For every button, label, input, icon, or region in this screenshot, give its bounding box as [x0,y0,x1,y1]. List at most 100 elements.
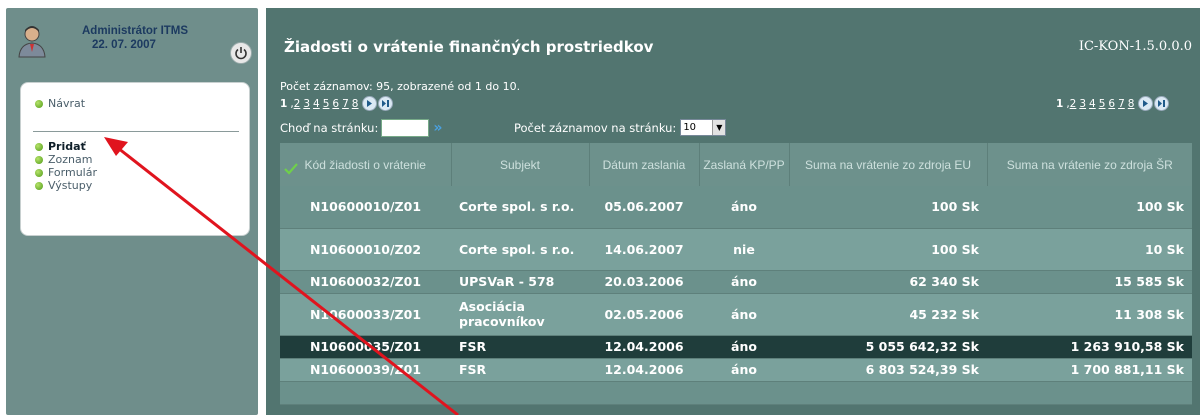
bullet-icon [35,155,43,164]
column-header-label: Suma na vrátenie zo zdroja ŠR [1006,157,1173,172]
cell-code: N10600033/Z01 [280,293,451,336]
table-row[interactable] [280,381,1192,405]
per-page-value: 10 [683,122,697,133]
cell-eu-amount: 5 055 642,32 Sk [789,335,987,359]
cell-sent: nie [699,228,789,271]
screen-code: IC-KON-1.5.0.0.0 [1078,39,1192,54]
page-link[interactable]: 6 [332,98,339,110]
cell-subject: Corte spol. s r.o. [451,186,589,229]
column-header-date[interactable]: Dátum zaslania [589,143,700,186]
goto-label: Choď na stránku: [280,121,379,135]
table-row[interactable]: N10600032/Z01 UPSVaR - 578 20.03.2006 án… [280,270,1192,294]
menu-item-form[interactable]: Formulár [35,166,97,179]
menu-item-list[interactable]: Zoznam [35,153,92,166]
cell-date: 20.03.2006 [589,270,699,294]
results-table: Kód žiadosti o vrátenie Subjekt Dátum za… [280,143,1192,405]
page-link[interactable]: 7 [342,98,349,110]
cell-date: 05.06.2007 [589,186,699,229]
column-header-sent[interactable]: Zaslaná KP/PP [699,143,790,186]
page-link[interactable]: 6 [1108,98,1115,110]
user-avatar-icon [18,26,46,58]
page-link[interactable]: 8 [352,98,359,110]
cell-date: 12.04.2006 [589,335,699,359]
cell-code: N10600039/Z01 [280,358,451,382]
goto-page: Choď na stránku: » [280,119,442,137]
page-link[interactable]: 5 [323,98,330,110]
user-info: Administrátor ITMS 22. 07. 2007 [16,24,256,74]
per-page: Počet záznamov na stránku: 10 ▼ [514,119,727,136]
last-page-icon[interactable] [378,96,394,111]
logout-button[interactable] [230,42,252,64]
table-row[interactable]: N10600039/Z01 FSR 12.04.2006 áno 6 803 5… [280,358,1192,382]
menu-item-add[interactable]: Pridať [35,140,86,153]
cell-code: N10600032/Z01 [280,270,451,294]
page-link[interactable]: 4 [1089,98,1096,110]
cell-sent: áno [699,335,789,359]
cell-sent: áno [699,186,789,229]
menu-label: Zoznam [48,153,93,166]
column-header-code[interactable]: Kód žiadosti o vrátenie [280,143,452,186]
go-arrow-icon[interactable]: » [433,120,442,136]
bullet-icon [35,181,43,190]
column-header-label: Suma na vrátenie zo zdroja EU [804,157,972,172]
cell-sr-amount: 15 585 Sk [987,270,1192,294]
menu-item-back[interactable]: Návrat [35,97,85,110]
column-header-label: Zaslaná KP/PP [703,157,785,172]
table-header-row: Kód žiadosti o vrátenie Subjekt Dátum za… [280,143,1192,186]
bullet-icon [35,168,43,177]
goto-page-input[interactable] [381,119,430,137]
next-page-icon[interactable] [362,96,378,111]
cell-date: 14.06.2007 [589,228,699,271]
cell-sr-amount: 10 Sk [987,228,1192,271]
table-row-selected[interactable]: N10600035/Z01 FSR 12.04.2006 áno 5 055 6… [280,335,1192,359]
column-header-label: Dátum zaslania [602,157,686,172]
page-link[interactable]: 8 [1128,98,1135,110]
last-page-icon[interactable] [1154,96,1170,111]
cell-sr-amount: 11 308 Sk [987,293,1192,336]
page-link[interactable]: 4 [313,98,320,110]
page-link[interactable]: 3 [303,98,310,110]
user-date: 22. 07. 2007 [92,39,156,51]
per-page-select[interactable]: 10 ▼ [680,119,727,136]
column-header-label: Subjekt [499,157,541,172]
table-row[interactable]: N10600033/Z01 Asociácia pracovníkov 02.0… [280,293,1192,336]
next-page-icon[interactable] [1138,96,1154,111]
column-header-label: Kód žiadosti o vrátenie [304,157,426,172]
page-link[interactable]: 1 [280,98,287,110]
cell-subject: FSR [451,358,589,382]
page-link[interactable]: 7 [1118,98,1125,110]
menu-item-outputs[interactable]: Výstupy [35,179,92,192]
chevron-down-icon: ▼ [712,120,726,135]
menu-label: Výstupy [48,179,93,192]
cell-sent: áno [699,358,789,382]
column-header-subject[interactable]: Subjekt [451,143,590,186]
record-count: Počet záznamov: 95, zobrazené od 1 do 10… [280,80,521,93]
table-row[interactable]: N10600010/Z02 Corte spol. s r.o. 14.06.2… [280,228,1192,271]
cell-sr-amount: 1 700 881,11 Sk [987,358,1192,382]
cell-eu-amount: 62 340 Sk [789,270,987,294]
sidebar-panel: Administrátor ITMS 22. 07. 2007 Návrat P… [6,8,258,415]
table-row[interactable]: N10600010/Z01 Corte spol. s r.o. 05.06.2… [280,186,1192,229]
checkmark-icon [284,163,298,175]
page-link[interactable]: 3 [1079,98,1086,110]
cell-subject: FSR [451,335,589,359]
cell-code: N10600035/Z01 [280,335,451,359]
column-header-eu-amount[interactable]: Suma na vrátenie zo zdroja EU [789,143,988,186]
cell-code: N10600010/Z01 [280,186,451,229]
sidebar: Administrátor ITMS 22. 07. 2007 Návrat P… [0,0,258,415]
page-link[interactable]: 1 [1056,98,1063,110]
cell-date: 12.04.2006 [589,358,699,382]
cell-eu-amount: 6 803 524,39 Sk [789,358,987,382]
cell-subject: Asociácia pracovníkov [451,293,589,336]
cell-sent: áno [699,270,789,294]
column-header-sr-amount[interactable]: Suma na vrátenie zo zdroja ŠR [987,143,1192,186]
user-name: Administrátor ITMS [82,25,189,37]
page-link[interactable]: 5 [1099,98,1106,110]
page-link[interactable]: 2 [1070,98,1077,110]
main-panel: Žiadosti o vrátenie finančných prostried… [266,8,1200,415]
cell-subject: UPSVaR - 578 [451,270,589,294]
cell-sr-amount: 1 263 910,58 Sk [987,335,1192,359]
pager-left: 1, 2 3 4 5 6 7 8 [280,96,394,111]
page-link[interactable]: 2 [294,98,301,110]
cell-code: N10600010/Z02 [280,228,451,271]
